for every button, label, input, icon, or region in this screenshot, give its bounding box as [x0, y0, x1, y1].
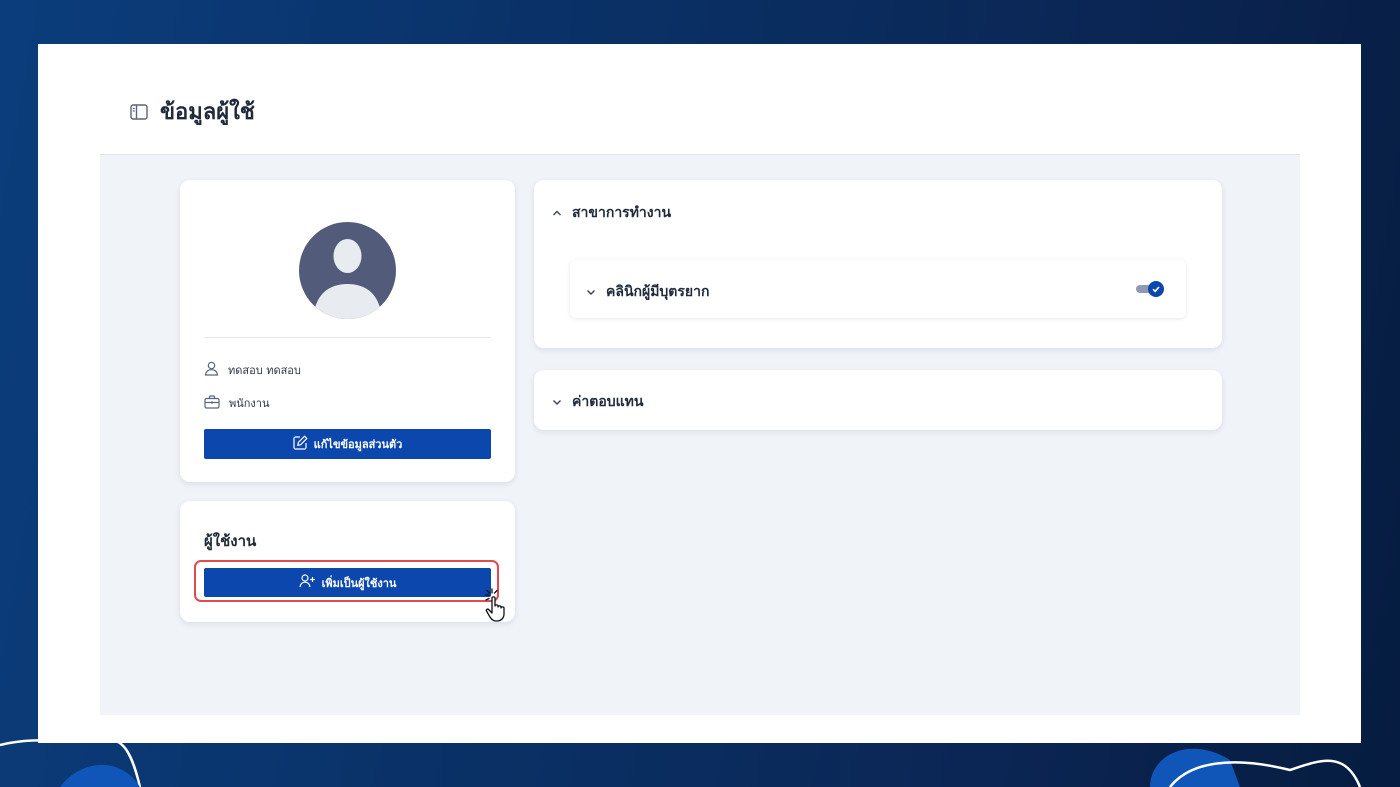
profile-role-row: พนักงาน [204, 394, 270, 412]
edit-profile-button[interactable]: แก้ไขข้อมูลส่วนตัว [204, 429, 491, 459]
compensation-section-title: ค่าตอบแทน [572, 394, 644, 410]
app-window: ข้อมูลผู้ใช้ ทดสอบ ทดสอบ พนักงาน แก้ไขข้… [38, 44, 1361, 743]
content-area: ทดสอบ ทดสอบ พนักงาน แก้ไขข้อมูลส่วนตัว ผ… [100, 154, 1300, 715]
profile-name: ทดสอบ ทดสอบ [228, 364, 301, 377]
hand-cursor-icon [484, 588, 505, 622]
chevron-down-icon [586, 284, 596, 300]
branch-item-label: คลินิกผู้มีบุตรยาก [606, 284, 710, 300]
chevron-down-icon [552, 394, 562, 410]
page-header: ข้อมูลผู้ใช้ [130, 94, 255, 129]
profile-card: ทดสอบ ทดสอบ พนักงาน แก้ไขข้อมูลส่วนตัว [180, 180, 515, 482]
page-title: ข้อมูลผู้ใช้ [160, 100, 255, 125]
edit-profile-button-label: แก้ไขข้อมูลส่วนตัว [313, 438, 403, 451]
sidebar-panel-icon[interactable] [130, 102, 150, 122]
edit-icon [293, 435, 308, 453]
user-icon [204, 361, 219, 379]
profile-name-row: ทดสอบ ทดสอบ [204, 361, 301, 379]
briefcase-icon [204, 394, 220, 412]
checkmark-icon [1148, 281, 1164, 297]
branch-section-title: สาขาการทำงาน [572, 205, 672, 221]
branch-section-header[interactable]: สาขาการทำงาน [552, 202, 671, 224]
branch-item-header[interactable]: คลินิกผู้มีบุตรยาก [586, 281, 709, 303]
profile-role: พนักงาน [229, 397, 270, 410]
user-account-card: ผู้ใช้งาน เพิ่มเป็นผู้ใช้งาน [180, 501, 515, 622]
compensation-section-header[interactable]: ค่าตอบแทน [552, 391, 643, 413]
work-branch-card: สาขาการทำงาน คลินิกผู้มีบุตรยาก [534, 180, 1222, 348]
user-section-title: ผู้ใช้งาน [204, 532, 257, 550]
branch-item-toggle[interactable] [1136, 281, 1164, 297]
user-avatar-icon [299, 222, 396, 319]
compensation-card: ค่าตอบแทน [534, 370, 1222, 430]
click-highlight [194, 560, 499, 602]
branch-item: คลินิกผู้มีบุตรยาก [570, 260, 1186, 318]
chevron-up-icon [552, 205, 562, 221]
profile-divider [204, 337, 491, 338]
